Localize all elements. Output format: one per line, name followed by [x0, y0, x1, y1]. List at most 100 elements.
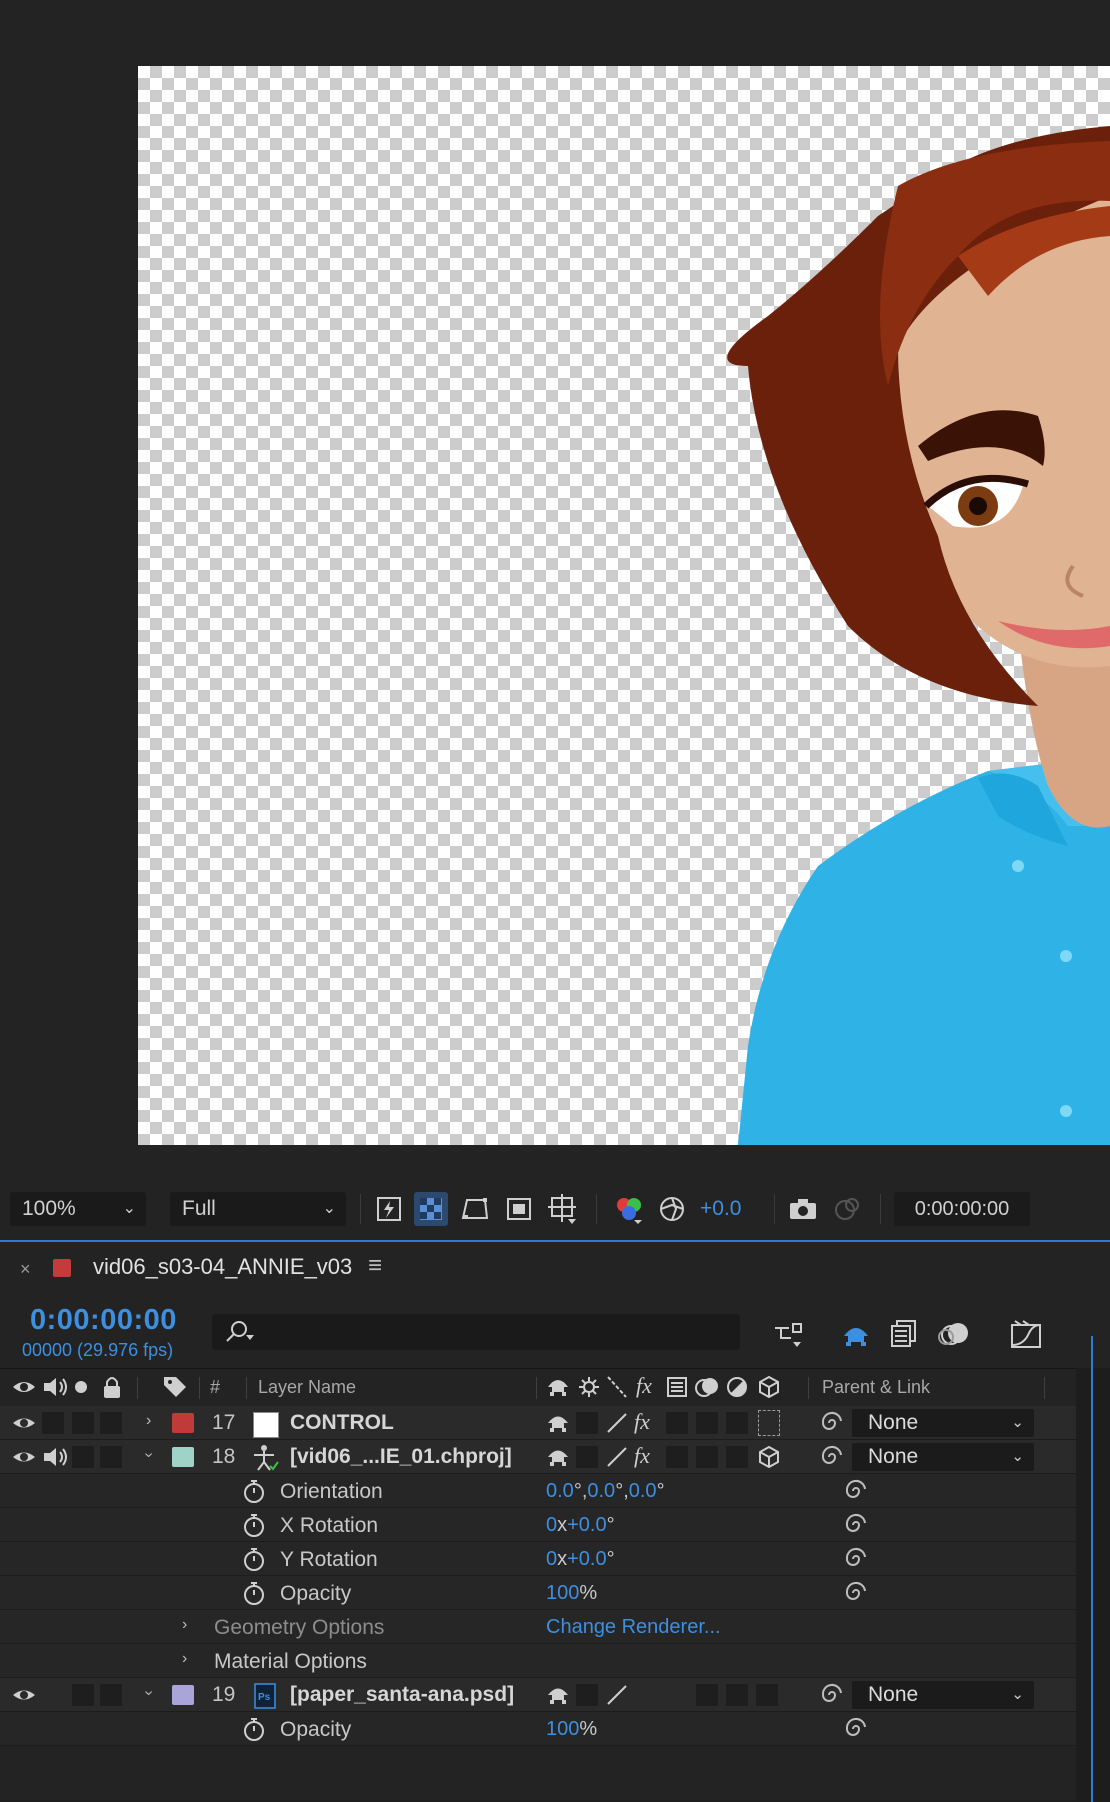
3d-layer-switch[interactable] — [756, 1684, 778, 1706]
orientation-value[interactable]: 0.0°,0.0°,0.0° — [546, 1480, 665, 1503]
stopwatch-icon[interactable] — [242, 1546, 266, 1577]
region-of-interest-icon[interactable] — [502, 1192, 536, 1226]
property-row-x-rotation[interactable]: X Rotation 0x+0.0° — [0, 1508, 1076, 1542]
stopwatch-icon[interactable] — [242, 1512, 266, 1543]
pickwhip-icon[interactable] — [820, 1411, 844, 1440]
quality-switch-icon[interactable] — [606, 1684, 628, 1711]
composition-tab-title[interactable]: vid06_s03-04_ANNIE_v03 — [93, 1254, 352, 1280]
time-ruler[interactable] — [1076, 1298, 1110, 1368]
show-snapshot-icon[interactable] — [830, 1192, 864, 1226]
resolution-dropdown[interactable]: Full ⌄ — [170, 1192, 346, 1226]
grid-guides-icon[interactable] — [546, 1192, 580, 1226]
shy-layers-icon[interactable] — [836, 1316, 876, 1352]
transparency-grid-icon[interactable] — [414, 1192, 448, 1226]
composition-canvas[interactable] — [138, 66, 1110, 1145]
property-row-orientation[interactable]: Orientation 0.0°,0.0°,0.0° — [0, 1474, 1076, 1508]
layer-row[interactable]: › 19 Ps [paper_santa-ana.psd] None ⌄ — [0, 1678, 1076, 1712]
close-icon[interactable]: × — [20, 1259, 31, 1280]
motion-blur-switch[interactable] — [696, 1412, 718, 1434]
layer-name[interactable]: CONTROL — [290, 1411, 394, 1435]
change-renderer-link[interactable]: Change Renderer... — [546, 1616, 721, 1639]
panel-menu-icon[interactable]: ≡ — [368, 1252, 382, 1280]
layer-label-color[interactable] — [172, 1685, 194, 1705]
composition-flowchart-icon[interactable] — [768, 1316, 808, 1352]
solo-switch[interactable] — [72, 1412, 94, 1434]
property-row-y-rotation[interactable]: Y Rotation 0x+0.0° — [0, 1542, 1076, 1576]
pickwhip-icon[interactable] — [844, 1581, 868, 1610]
collapse-switch[interactable] — [576, 1412, 598, 1434]
zoom-dropdown[interactable]: 100% ⌄ — [10, 1192, 146, 1226]
pickwhip-icon[interactable] — [844, 1717, 868, 1746]
stopwatch-icon[interactable] — [242, 1716, 266, 1747]
lock-switch[interactable] — [100, 1446, 122, 1468]
x-rotation-value[interactable]: 0x+0.0° — [546, 1514, 615, 1537]
timeline-track-area[interactable] — [1076, 1368, 1110, 1802]
channels-icon[interactable] — [612, 1192, 646, 1226]
shy-switch-icon[interactable] — [546, 1684, 570, 1711]
chevron-right-icon[interactable]: › — [146, 1412, 151, 1430]
stopwatch-icon[interactable] — [242, 1478, 266, 1509]
speaker-icon[interactable] — [42, 1446, 68, 1473]
motion-blur-switch[interactable] — [696, 1446, 718, 1468]
fx-switch-icon[interactable]: fx — [634, 1443, 650, 1469]
shy-switch-icon[interactable] — [546, 1446, 570, 1473]
parent-dropdown[interactable]: None ⌄ — [852, 1681, 1034, 1709]
current-time-display[interactable]: 0:00:00:00 — [30, 1304, 177, 1337]
frame-blend-switch[interactable] — [666, 1412, 688, 1434]
parent-dropdown[interactable]: None ⌄ — [852, 1443, 1034, 1471]
stopwatch-icon[interactable] — [242, 1580, 266, 1611]
reset-exposure-icon[interactable] — [655, 1192, 689, 1226]
graph-editor-icon[interactable] — [1006, 1316, 1046, 1352]
shy-switch-icon[interactable] — [546, 1412, 570, 1439]
eye-icon[interactable] — [12, 1448, 36, 1471]
motion-blur-switch[interactable] — [696, 1684, 718, 1706]
parent-link-column-header[interactable]: Parent & Link — [822, 1377, 930, 1398]
layer-name[interactable]: [paper_santa-ana.psd] — [290, 1683, 514, 1707]
collapse-switch[interactable] — [576, 1684, 598, 1706]
exposure-value[interactable]: +0.0 — [700, 1192, 741, 1226]
layer-search-input[interactable] — [212, 1314, 740, 1350]
adjustment-switch[interactable] — [726, 1446, 748, 1468]
property-group-geometry-options[interactable]: › Geometry Options Change Renderer... — [0, 1610, 1076, 1644]
mask-visibility-icon[interactable] — [458, 1192, 492, 1226]
layer-row[interactable]: › 17 CONTROL fx None ⌄ — [0, 1406, 1076, 1440]
pickwhip-icon[interactable] — [820, 1445, 844, 1474]
opacity-value[interactable]: 100% — [546, 1718, 597, 1741]
chevron-down-icon[interactable]: › — [140, 1690, 158, 1695]
fx-switch-icon[interactable]: fx — [634, 1409, 650, 1435]
motion-blur-icon[interactable] — [934, 1316, 974, 1352]
eye-icon[interactable] — [12, 1686, 36, 1709]
property-group-material-options[interactable]: › Material Options — [0, 1644, 1076, 1678]
pickwhip-icon[interactable] — [844, 1479, 868, 1508]
opacity-value[interactable]: 100% — [546, 1582, 597, 1605]
layer-row[interactable]: › 18 [vid06_...IE_01.chproj] fx None ⌄ — [0, 1440, 1076, 1474]
camera-icon[interactable] — [786, 1192, 820, 1226]
y-rotation-value[interactable]: 0x+0.0° — [546, 1548, 615, 1571]
current-time-indicator[interactable] — [1091, 1336, 1093, 1802]
lock-switch[interactable] — [100, 1684, 122, 1706]
solo-switch[interactable] — [72, 1684, 94, 1706]
property-row-opacity[interactable]: Opacity 100% — [0, 1712, 1076, 1746]
3d-cube-icon[interactable] — [757, 1445, 781, 1474]
frame-blending-icon[interactable] — [884, 1316, 924, 1352]
parent-dropdown[interactable]: None ⌄ — [852, 1409, 1034, 1437]
solo-switch[interactable] — [72, 1446, 94, 1468]
fast-previews-icon[interactable] — [372, 1192, 406, 1226]
lock-switch[interactable] — [100, 1412, 122, 1434]
property-row-opacity[interactable]: Opacity 100% — [0, 1576, 1076, 1610]
layer-name-column-header[interactable]: Layer Name — [258, 1377, 356, 1398]
pickwhip-icon[interactable] — [844, 1513, 868, 1542]
chevron-down-icon[interactable]: › — [140, 1452, 158, 1457]
quality-switch-icon[interactable] — [606, 1412, 628, 1439]
chevron-right-icon[interactable]: › — [182, 1616, 187, 1634]
pickwhip-icon[interactable] — [844, 1547, 868, 1576]
eye-icon[interactable] — [12, 1414, 36, 1437]
3d-layer-switch[interactable] — [758, 1410, 780, 1436]
frame-blend-switch[interactable] — [666, 1446, 688, 1468]
layer-label-color[interactable] — [172, 1447, 194, 1467]
quality-switch-icon[interactable] — [606, 1446, 628, 1473]
pickwhip-icon[interactable] — [820, 1683, 844, 1712]
layer-label-color[interactable] — [172, 1413, 194, 1433]
adjustment-switch[interactable] — [726, 1412, 748, 1434]
collapse-switch[interactable] — [576, 1446, 598, 1468]
